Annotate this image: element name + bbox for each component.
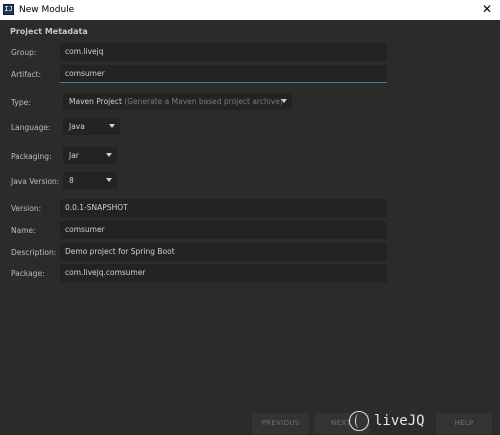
section-title: Project Metadata: [10, 27, 88, 36]
close-icon[interactable]: ✕: [480, 2, 494, 16]
group-label: Group:: [11, 48, 37, 57]
type-value: Maven Project: [69, 97, 122, 106]
intellij-icon: IJ: [3, 4, 14, 15]
watermark: liveJQ: [349, 411, 434, 433]
language-label: Language:: [11, 123, 51, 132]
java-version-dropdown[interactable]: 8: [63, 172, 117, 189]
packaging-value: Jar: [69, 151, 79, 160]
language-dropdown[interactable]: Java: [63, 118, 120, 135]
packaging-label: Packaging:: [11, 152, 52, 161]
java-version-value: 8: [69, 176, 74, 185]
name-field[interactable]: comsumer: [60, 221, 387, 239]
package-field[interactable]: com.livejq.comsumer: [60, 264, 387, 282]
package-label: Package:: [11, 269, 45, 278]
type-label: Type:: [11, 98, 31, 107]
chevron-down-icon: [106, 153, 112, 157]
chevron-down-icon: [281, 99, 287, 103]
name-label: Name:: [11, 226, 36, 235]
description-field[interactable]: Demo project for Spring Boot: [60, 243, 387, 261]
artifact-label: Artifact:: [11, 70, 42, 79]
group-field[interactable]: com.livejq: [60, 43, 387, 61]
window-title: New Module: [19, 5, 75, 15]
watermark-logo-icon: [349, 411, 369, 431]
help-button[interactable]: HELP: [436, 413, 492, 434]
description-label: Description:: [11, 248, 57, 257]
watermark-text: liveJQ: [374, 413, 425, 429]
type-dropdown[interactable]: Maven Project (Generate a Maven based pr…: [63, 93, 292, 110]
version-label: Version:: [11, 204, 42, 213]
chevron-down-icon: [109, 124, 115, 128]
version-field[interactable]: 0.0.1-SNAPSHOT: [60, 199, 387, 217]
language-value: Java: [69, 122, 85, 131]
type-hint: (Generate a Maven based project archive): [124, 97, 283, 106]
previous-button[interactable]: PREVIOUS: [252, 413, 309, 434]
java-version-label: Java Version:: [11, 177, 60, 186]
artifact-field[interactable]: comsumer: [60, 65, 387, 83]
chevron-down-icon: [106, 178, 112, 182]
packaging-dropdown[interactable]: Jar: [63, 147, 117, 164]
title-bar: IJ New Module ✕: [0, 0, 500, 20]
